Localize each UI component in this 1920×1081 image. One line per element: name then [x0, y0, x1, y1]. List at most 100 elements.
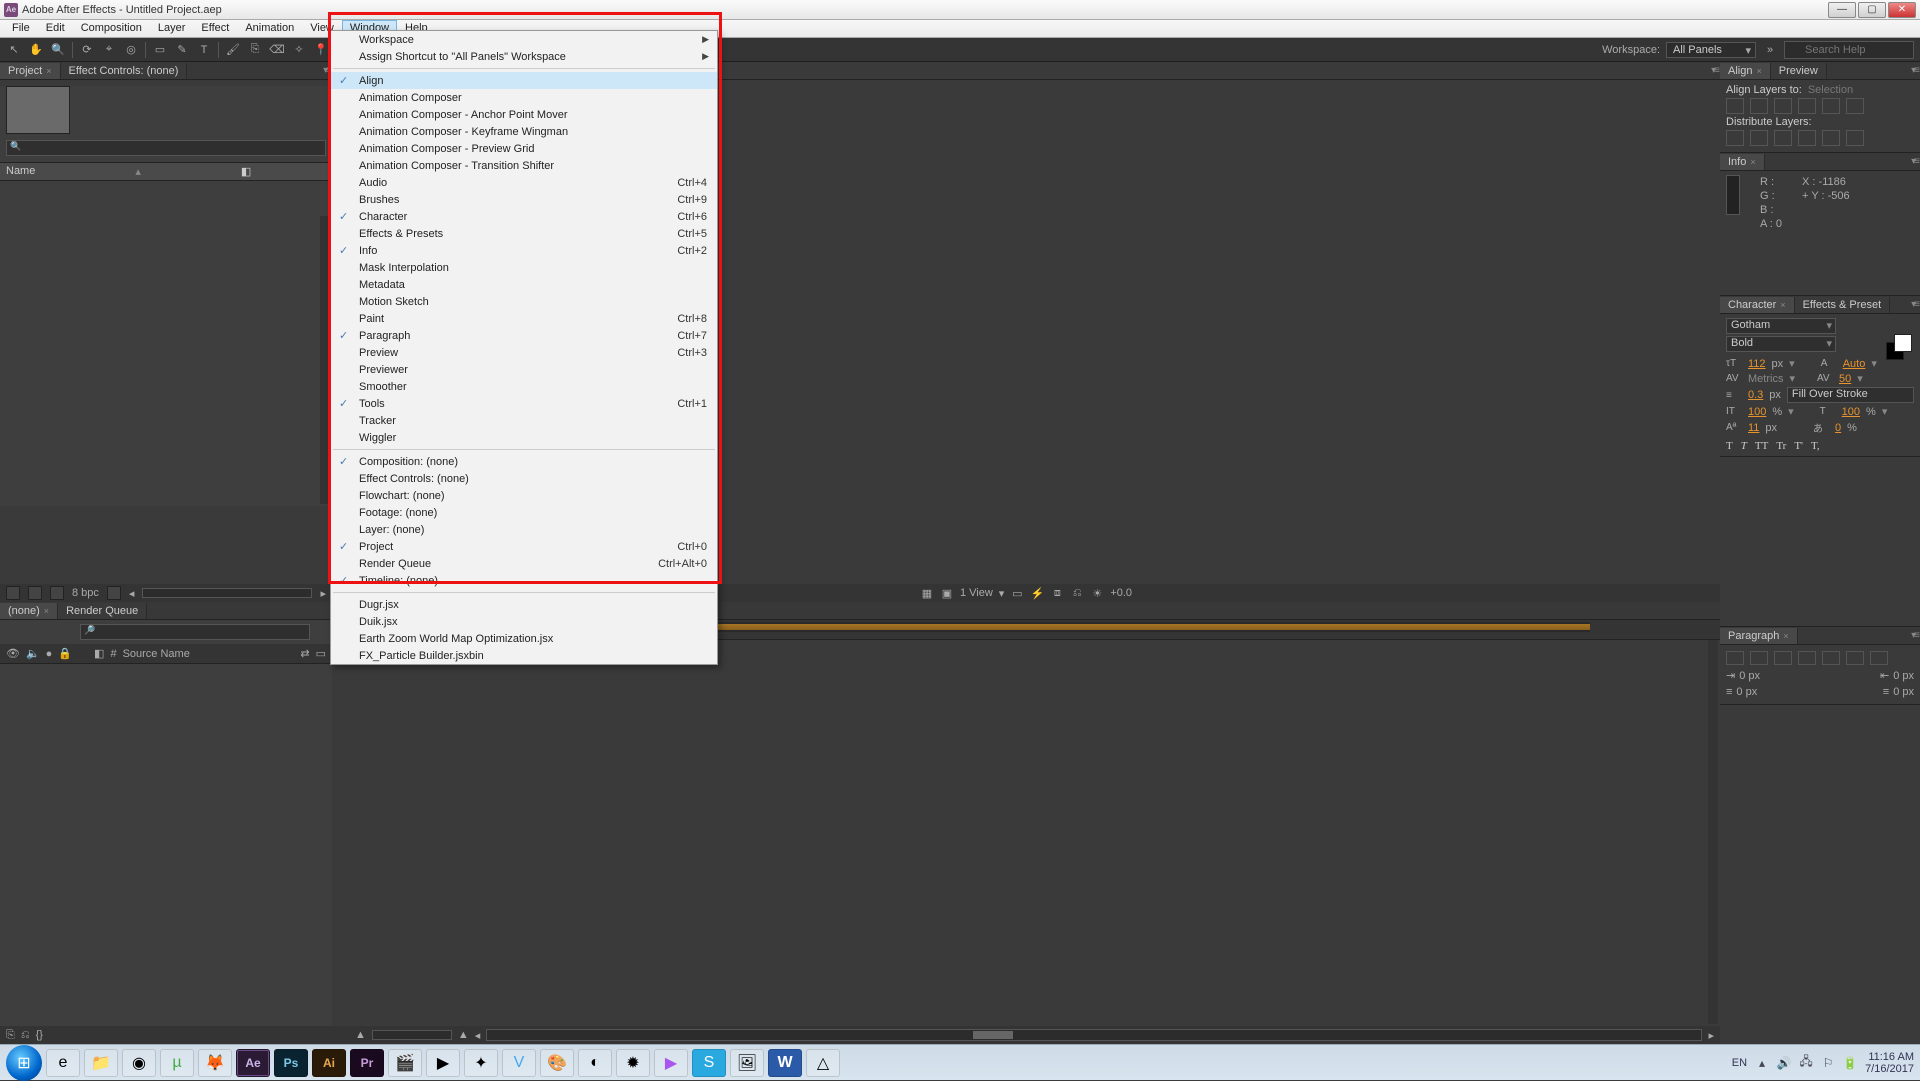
justify-all-icon[interactable] [1870, 651, 1888, 665]
tab-paragraph[interactable]: Paragraph× [1720, 628, 1798, 644]
panel-menu-icon[interactable]: ▾≡ [1911, 156, 1918, 167]
toggle-modes-icon[interactable]: ⎌ [21, 1029, 30, 1042]
taskbar-paint-icon[interactable]: 🎨 [540, 1049, 574, 1077]
tracking-input[interactable]: 50 [1839, 373, 1851, 385]
source-name-column[interactable]: Source Name [123, 648, 190, 660]
taskbar-illustrator-icon[interactable]: Ai [312, 1049, 346, 1077]
menu-item[interactable]: Flowchart: (none) [331, 487, 717, 504]
menu-item[interactable]: Workspace▶ [331, 31, 717, 48]
distribute-right-icon[interactable] [1846, 130, 1864, 146]
menu-item[interactable]: Duik.jsx [331, 613, 717, 630]
taskbar-explorer-icon[interactable]: 📁 [84, 1049, 118, 1077]
menu-item[interactable]: Assign Shortcut to "All Panels" Workspac… [331, 48, 717, 65]
puppet-tool-icon[interactable]: 📍 [313, 42, 329, 58]
menu-layer[interactable]: Layer [150, 20, 194, 37]
stroke-width-input[interactable]: 0.3 [1748, 389, 1763, 401]
menu-item[interactable]: Animation Composer - Keyframe Wingman [331, 123, 717, 140]
new-folder-icon[interactable] [28, 586, 42, 600]
menu-item[interactable]: Effect Controls: (none) [331, 470, 717, 487]
leading-input[interactable]: Auto [1843, 358, 1866, 370]
zoom-slider[interactable] [372, 1030, 452, 1040]
panel-menu-icon[interactable]: ▾≡ [1911, 299, 1918, 310]
font-family-dropdown[interactable]: Gotham [1726, 318, 1836, 334]
menu-item[interactable]: Wiggler [331, 429, 717, 446]
taskbar-app-icon[interactable]: ▶ [654, 1049, 688, 1077]
camera-tool-icon[interactable]: ⌖ [101, 42, 117, 58]
taskbar-app-icon[interactable]: 🎬 [388, 1049, 422, 1077]
kerning-dropdown[interactable]: Metrics [1748, 373, 1783, 385]
tab-character[interactable]: Character× [1720, 297, 1795, 313]
tab-preview[interactable]: Preview [1771, 63, 1827, 79]
taskbar-after-effects-icon[interactable]: Ae [236, 1049, 270, 1077]
scrollbar[interactable] [1708, 640, 1718, 1024]
menu-item[interactable]: ✓Composition: (none) [331, 453, 717, 470]
menu-item[interactable]: ✓CharacterCtrl+6 [331, 208, 717, 225]
taskbar-photoshop-icon[interactable]: Ps [274, 1049, 308, 1077]
menu-item[interactable]: ✓ParagraphCtrl+7 [331, 327, 717, 344]
align-left-text-icon[interactable] [1726, 651, 1744, 665]
close-icon[interactable]: × [46, 66, 51, 76]
taskbar-utorrent-icon[interactable]: µ [160, 1049, 194, 1077]
brace-icon[interactable]: {} [36, 1029, 43, 1041]
menu-item[interactable]: Animation Composer - Transition Shifter [331, 157, 717, 174]
panel-menu-icon[interactable]: ▾≡ [1911, 630, 1918, 641]
grid-icon[interactable]: ▦ [920, 586, 934, 600]
panel-menu-icon[interactable]: ▾≡ [1711, 65, 1718, 76]
menu-item[interactable]: Dugr.jsx [331, 596, 717, 613]
menu-item[interactable]: Effects & PresetsCtrl+5 [331, 225, 717, 242]
menu-item[interactable]: Footage: (none) [331, 504, 717, 521]
tab-render-queue[interactable]: Render Queue [58, 603, 147, 619]
menu-file[interactable]: File [4, 20, 38, 37]
taskbar-app-icon[interactable]: 🖼 [730, 1049, 764, 1077]
shape-tool-icon[interactable]: ▭ [152, 42, 168, 58]
modes-icon[interactable]: ▭ [316, 647, 326, 660]
align-left-icon[interactable] [1726, 98, 1744, 114]
font-style-dropdown[interactable]: Bold [1726, 336, 1836, 352]
menu-item[interactable]: Animation Composer - Preview Grid [331, 140, 717, 157]
workspace-dropdown[interactable]: All Panels [1666, 42, 1756, 58]
distribute-vcenter-icon[interactable] [1750, 130, 1768, 146]
taskbar-vlc-icon[interactable]: △ [806, 1049, 840, 1077]
show-hidden-icons-icon[interactable]: ▴ [1755, 1056, 1769, 1070]
taskbar-app-icon[interactable]: ◐ [578, 1049, 612, 1077]
align-bottom-icon[interactable] [1846, 98, 1864, 114]
menu-animation[interactable]: Animation [237, 20, 302, 37]
align-hcenter-icon[interactable] [1750, 98, 1768, 114]
fast-preview-icon[interactable]: ⚡ [1030, 586, 1044, 600]
superscript-button[interactable]: T' [1794, 440, 1803, 452]
hand-tool-icon[interactable]: ✋ [28, 42, 44, 58]
tab-project[interactable]: Project× [0, 63, 61, 79]
reset-exposure-icon[interactable]: ☀ [1090, 586, 1104, 600]
project-search-input[interactable] [6, 140, 326, 156]
tab-info[interactable]: Info× [1720, 154, 1765, 170]
tab-effect-controls[interactable]: Effect Controls: (none) [61, 63, 188, 79]
align-right-text-icon[interactable] [1774, 651, 1792, 665]
new-comp-icon[interactable] [50, 586, 64, 600]
exposure-value[interactable]: +0.0 [1110, 587, 1132, 599]
clock[interactable]: 11:16 AM 7/16/2017 [1865, 1051, 1914, 1075]
menu-item[interactable]: Mask Interpolation [331, 259, 717, 276]
column-name[interactable]: Name [6, 165, 35, 178]
distribute-hcenter-icon[interactable] [1822, 130, 1840, 146]
vscale-input[interactable]: 100 [1748, 406, 1766, 418]
column-label-icon[interactable]: ◧ [241, 165, 251, 178]
panel-menu-icon[interactable]: ▾≡ [323, 65, 330, 76]
toggle-switches-icon[interactable]: ⎘ [6, 1029, 15, 1042]
tab-align[interactable]: Align× [1720, 63, 1771, 79]
lock-toggle-icon[interactable]: 🔒 [58, 647, 72, 660]
justify-last-left-icon[interactable] [1798, 651, 1816, 665]
menu-item[interactable]: Animation Composer - Anchor Point Mover [331, 106, 717, 123]
distribute-left-icon[interactable] [1798, 130, 1816, 146]
menu-edit[interactable]: Edit [38, 20, 73, 37]
search-icon[interactable]: » [1762, 42, 1778, 58]
taskbar-ie-icon[interactable]: e [46, 1049, 80, 1077]
taskbar-davinci-icon[interactable]: ✦ [464, 1049, 498, 1077]
timeline-track-area[interactable] [332, 620, 1720, 1026]
pen-tool-icon[interactable]: ✎ [174, 42, 190, 58]
label-column-icon[interactable]: ◧ [94, 647, 104, 660]
taskbar-word-icon[interactable]: W [768, 1049, 802, 1077]
menu-item[interactable]: Motion Sketch [331, 293, 717, 310]
menu-item[interactable]: Metadata [331, 276, 717, 293]
volume-icon[interactable]: 🔊 [1777, 1056, 1791, 1070]
bit-depth-label[interactable]: 8 bpc [72, 587, 99, 599]
